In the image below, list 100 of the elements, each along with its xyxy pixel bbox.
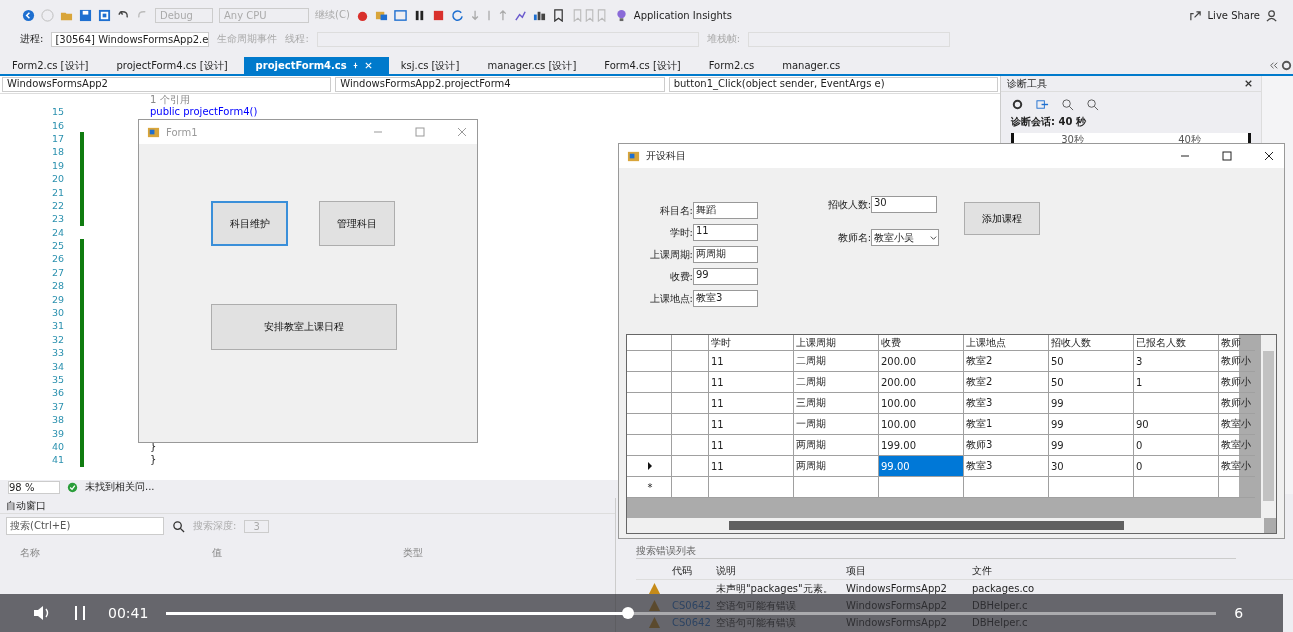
table-cell[interactable]: 99.00 xyxy=(879,456,964,477)
process-dropdown[interactable]: [30564] WindowsFormsApp2.e xyxy=(51,31,210,47)
line-number: 19 xyxy=(50,159,65,171)
field-label: 教师名: xyxy=(836,230,871,245)
member-dropdown[interactable]: button1_Click(object sender, EventArgs e) xyxy=(668,77,998,92)
document-tab[interactable]: manager.cs xyxy=(770,57,857,74)
input-field[interactable]: 舞蹈 xyxy=(692,202,758,219)
row-header[interactable]: * xyxy=(627,477,672,498)
line-number: 35 xyxy=(50,374,65,385)
share-icon[interactable] xyxy=(1188,8,1202,22)
chevron-icon[interactable] xyxy=(929,233,938,242)
maximize-icon[interactable] xyxy=(1220,149,1234,163)
table-cell-text: 未声明"packages"元素。 xyxy=(716,581,834,596)
search-field[interactable]: 搜索(Ctrl+E) xyxy=(6,517,164,535)
back-icon[interactable] xyxy=(22,8,35,22)
line-number: 38 xyxy=(50,414,65,426)
new-row-marker: * xyxy=(647,481,653,493)
table-cell-text: WindowsFormsApp2 xyxy=(846,617,948,628)
form-button[interactable]: 安排教室上课日程 xyxy=(211,304,397,350)
table-cell-text: WindowsFormsApp2 xyxy=(846,600,948,611)
reference-count[interactable]: 1 个引用 xyxy=(150,94,1000,105)
save-icon[interactable] xyxy=(79,8,92,22)
stack-frame-label: 堆栈帧: xyxy=(706,32,741,46)
line-number: 26 xyxy=(50,253,65,265)
line-number: 16 xyxy=(50,119,65,131)
document-tab[interactable]: ksj.cs [设计] xyxy=(388,57,476,74)
input-field[interactable]: 教室3 xyxy=(692,290,758,307)
issues-status[interactable]: 未找到相关问... xyxy=(85,480,155,494)
restart-icon[interactable] xyxy=(450,8,464,22)
stop-icon[interactable] xyxy=(431,8,445,22)
table-cell[interactable] xyxy=(672,477,709,498)
field-label: 学时: xyxy=(668,225,693,240)
application-insights-button[interactable]: Application Insights xyxy=(633,9,732,21)
field-label: 上课地点: xyxy=(648,291,693,306)
line-number: 36 xyxy=(50,387,65,399)
table-cell-text: WindowsFormsApp2 xyxy=(846,583,948,594)
form-button[interactable]: 科目维护 xyxy=(211,201,288,246)
export-icon[interactable] xyxy=(1036,98,1049,111)
settings-icon[interactable] xyxy=(1011,98,1024,111)
input-field[interactable]: 30 xyxy=(871,196,937,213)
input-field[interactable]: 两周期 xyxy=(692,246,758,263)
zoom-in-icon[interactable] xyxy=(1061,98,1074,111)
line-number: 23 xyxy=(50,213,65,225)
close-icon[interactable] xyxy=(1262,149,1276,163)
table-cell[interactable] xyxy=(1134,477,1219,498)
document-tab[interactable]: projectForm4.cs [设计] xyxy=(104,57,244,74)
class-dropdown[interactable]: WindowsFormsApp2.projectForm4 xyxy=(335,77,665,92)
line-number: 41 xyxy=(50,454,65,466)
vertical-scrollbar[interactable] xyxy=(1261,335,1276,518)
line-number: 20 xyxy=(50,173,65,185)
table-cell[interactable] xyxy=(879,477,964,498)
table-cell[interactable] xyxy=(1049,477,1134,498)
document-tab[interactable]: Form4.cs [设计] xyxy=(592,57,697,74)
table-cell-text: DBHelper.c xyxy=(972,617,1029,628)
field-label: 科目名: xyxy=(658,203,693,218)
document-tab[interactable]: manager.cs [设计] xyxy=(475,57,593,74)
table-cell[interactable] xyxy=(794,477,879,498)
thread-label: 线程: xyxy=(285,32,309,46)
column-header[interactable]: 说明 xyxy=(716,563,846,578)
code-line: } xyxy=(150,454,157,466)
add-course-button[interactable]: 添加课程 xyxy=(964,202,1040,235)
bookmark-icon[interactable] xyxy=(551,8,565,22)
app-icon xyxy=(147,125,160,139)
document-tab[interactable]: Form2.cs xyxy=(696,57,771,74)
input-field[interactable]: 11 xyxy=(692,224,758,241)
search-icon[interactable] xyxy=(172,519,185,533)
settings-icon[interactable] xyxy=(1280,59,1293,72)
line-number: 21 xyxy=(50,186,65,198)
table-cell[interactable] xyxy=(964,477,1049,498)
line-number: 39 xyxy=(50,427,65,439)
feedback-icon[interactable] xyxy=(1266,8,1279,22)
document-tab[interactable]: Form2.cs [设计] xyxy=(0,57,105,74)
column-header[interactable]: 项目 xyxy=(846,563,972,578)
window-icon[interactable] xyxy=(393,8,407,22)
zoom-out-icon[interactable] xyxy=(1086,98,1099,111)
live-share-button[interactable]: Live Share xyxy=(1207,9,1260,21)
column-header[interactable]: 代码 xyxy=(672,563,716,578)
code-line: public projectForm4() xyxy=(150,106,258,118)
save-all-icon[interactable] xyxy=(98,8,111,22)
document-tab[interactable]: projectForm4.cs xyxy=(243,57,389,74)
zoom-dropdown[interactable]: 98 % xyxy=(8,480,60,494)
horizontal-scrollbar[interactable] xyxy=(627,518,1264,533)
column-header[interactable]: 文件 xyxy=(972,563,1062,578)
line-number: 24 xyxy=(50,226,65,238)
teacher-dropdown[interactable]: 教室小吴 xyxy=(871,229,939,246)
project-dropdown[interactable]: WindowsFormsApp2 xyxy=(2,77,332,92)
table-cell-text: packages.co xyxy=(972,583,1036,594)
table-cell[interactable] xyxy=(709,477,794,498)
search-field[interactable]: 搜索错误列表 xyxy=(636,544,1236,559)
panel-title: 自动窗口 xyxy=(6,498,46,513)
line-number: 34 xyxy=(50,360,65,372)
session-duration: 诊断会话: 40 秒 xyxy=(1010,115,1087,129)
form-button[interactable]: 管理科目 xyxy=(319,201,395,246)
input-field[interactable]: 99 xyxy=(692,268,758,285)
progress-thumb[interactable] xyxy=(622,606,635,619)
lightbulb-icon[interactable] xyxy=(614,8,628,22)
chart-icon[interactable] xyxy=(513,8,527,22)
line-number: 27 xyxy=(50,266,65,278)
line-number: 22 xyxy=(50,199,65,211)
column-header: 名称 xyxy=(20,546,41,560)
